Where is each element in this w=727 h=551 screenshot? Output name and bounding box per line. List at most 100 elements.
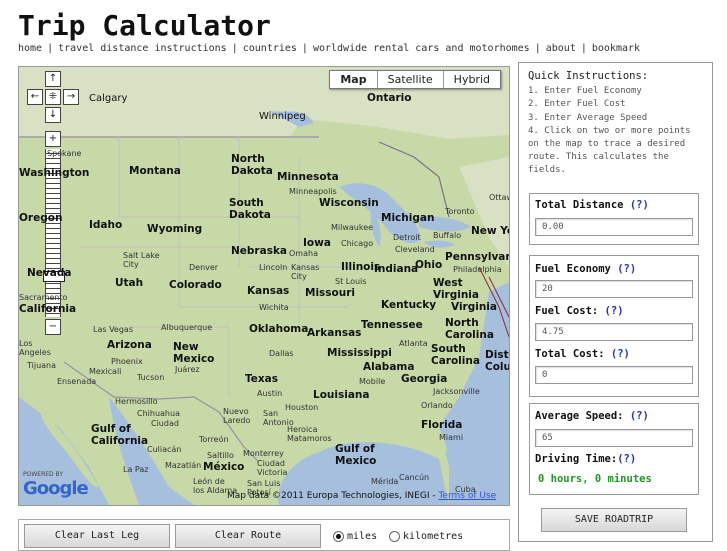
cost-box: Fuel Economy (?) 20 Fuel Cost: (?) 4.75 … bbox=[529, 255, 699, 397]
map-label: Monterrey bbox=[243, 449, 284, 458]
nav-link-countries[interactable]: countries bbox=[243, 43, 297, 54]
clear-last-leg-button[interactable]: Clear Last Leg bbox=[24, 524, 170, 548]
map-label: Arizona bbox=[107, 339, 152, 351]
total-cost-help-link[interactable]: (?) bbox=[611, 348, 630, 360]
map-label: Florida bbox=[421, 419, 463, 431]
save-roadtrip-button[interactable]: SAVE ROADTRIP bbox=[541, 508, 687, 532]
driving-time-text: Driving Time: bbox=[535, 453, 618, 465]
map-label: Hermosillo bbox=[115, 397, 158, 406]
map-label: Austin bbox=[257, 389, 283, 398]
map-label: Buffalo bbox=[433, 231, 462, 240]
map-label: Ciudad bbox=[151, 419, 179, 428]
map-label: Saltillo bbox=[207, 451, 234, 460]
map-label: Lincoln bbox=[259, 263, 288, 272]
clear-route-button[interactable]: Clear Route bbox=[175, 524, 321, 548]
map-label: Wyoming bbox=[147, 223, 203, 235]
map-type-switcher: Map Satellite Hybrid bbox=[329, 70, 501, 89]
pan-right-icon[interactable]: → bbox=[63, 89, 79, 105]
route-map[interactable]: Map Satellite Hybrid ↑ ← ⁜ → ↓ + − Calga… bbox=[18, 66, 510, 506]
nav-separator: | bbox=[534, 43, 541, 54]
driving-time-help-link[interactable]: (?) bbox=[617, 453, 636, 465]
map-label: Nevada bbox=[27, 267, 72, 279]
nav-link-home[interactable]: home bbox=[18, 43, 42, 54]
total-cost-text: Total Cost: bbox=[535, 348, 605, 360]
distance-box: Total Distance (?) 0.00 bbox=[529, 193, 699, 245]
nav-link-travel-distance-instructions[interactable]: travel distance instructions bbox=[58, 43, 227, 54]
pan-center-icon[interactable]: ⁜ bbox=[45, 89, 61, 105]
map-label: Spokane bbox=[47, 149, 82, 158]
average-speed-help-link[interactable]: (?) bbox=[630, 410, 649, 422]
fuel-economy-field[interactable]: 20 bbox=[535, 280, 693, 298]
map-credit: Map data ©2011 Europa Technologies, INEG… bbox=[227, 491, 496, 501]
map-label: Iowa bbox=[303, 237, 331, 249]
google-wordmark: Google bbox=[23, 478, 89, 499]
map-label: Montana bbox=[129, 165, 181, 177]
fuel-economy-help-link[interactable]: (?) bbox=[617, 263, 636, 275]
miles-radio[interactable] bbox=[333, 531, 344, 542]
map-label: Las Vegas bbox=[93, 325, 133, 334]
terms-of-use-link[interactable]: Terms of Use bbox=[438, 491, 496, 501]
fuel-economy-text: Fuel Economy bbox=[535, 263, 611, 275]
map-label: Ontario bbox=[367, 92, 412, 104]
map-type-satellite-button[interactable]: Satellite bbox=[376, 71, 443, 88]
page-title: Trip Calculator bbox=[18, 9, 271, 42]
nav-link-rental-cars[interactable]: worldwide rental cars and motorhomes bbox=[313, 43, 530, 54]
route-controls: Clear Last Leg Clear Route miles kilomet… bbox=[18, 519, 510, 551]
map-type-hybrid-button[interactable]: Hybrid bbox=[442, 71, 500, 88]
fuel-cost-help-link[interactable]: (?) bbox=[605, 305, 624, 317]
fuel-cost-label: Fuel Cost: (?) bbox=[535, 305, 624, 317]
map-label: Toronto bbox=[445, 207, 475, 216]
total-distance-help-link[interactable]: (?) bbox=[630, 199, 649, 211]
pan-left-icon[interactable]: ← bbox=[27, 89, 43, 105]
nav-separator: | bbox=[231, 43, 238, 54]
map-label: Idaho bbox=[89, 219, 123, 231]
total-distance-text: Total Distance bbox=[535, 199, 624, 211]
map-label: West Virginia bbox=[433, 277, 479, 301]
pan-down-icon[interactable]: ↓ bbox=[45, 107, 61, 123]
zoom-out-icon[interactable]: − bbox=[45, 319, 61, 335]
map-label: Milwaukee bbox=[331, 223, 374, 232]
map-label: Georgia bbox=[401, 373, 448, 385]
time-box: Average Speed: (?) 65 Driving Time:(?) 0… bbox=[529, 403, 699, 495]
map-label: Oklahoma bbox=[249, 323, 309, 335]
map-label: Jacksonville bbox=[433, 387, 480, 396]
map-label: Ensenada bbox=[57, 377, 97, 386]
map-label: Oregon bbox=[19, 212, 63, 224]
map-label: Mexicali bbox=[89, 367, 122, 376]
average-speed-field[interactable]: 65 bbox=[535, 429, 693, 447]
total-distance-field[interactable]: 0.00 bbox=[535, 218, 693, 236]
quick-instructions: Quick Instructions: 1. Enter Fuel Econom… bbox=[528, 70, 706, 178]
average-speed-text: Average Speed: bbox=[535, 410, 624, 422]
kilometres-radio[interactable] bbox=[389, 531, 400, 542]
nav-link-bookmark[interactable]: bookmark bbox=[592, 43, 640, 54]
average-speed-label: Average Speed: (?) bbox=[535, 410, 649, 422]
map-label: Phoenix bbox=[111, 357, 143, 366]
map-label: New Mexico bbox=[173, 341, 215, 365]
map-label: Mazatlán bbox=[165, 461, 202, 470]
total-cost-field[interactable]: 0 bbox=[535, 366, 693, 384]
top-nav: home | travel distance instructions | countr… bbox=[18, 43, 640, 54]
map-type-map-button[interactable]: Map bbox=[330, 71, 376, 88]
driving-time-value: 0 hours, 0 minutes bbox=[538, 473, 652, 485]
map-label: Orlando bbox=[421, 401, 453, 410]
map-label: North Dakota bbox=[231, 153, 273, 177]
zoom-in-icon[interactable]: + bbox=[45, 131, 61, 147]
map-data-credit: Map data ©2011 Europa Technologies, INEG… bbox=[227, 491, 436, 501]
map-label: Torreón bbox=[199, 435, 229, 444]
nav-link-about[interactable]: about bbox=[546, 43, 576, 54]
pan-up-icon[interactable]: ↑ bbox=[45, 71, 61, 87]
calculator-sidebar: Quick Instructions: 1. Enter Fuel Econom… bbox=[518, 62, 713, 542]
map-label: Salt Lake City bbox=[123, 251, 160, 269]
map-label: South Carolina bbox=[431, 343, 480, 367]
map-label: Kansas City bbox=[291, 263, 320, 281]
map-label: Kentucky bbox=[381, 299, 437, 311]
map-label: Washington bbox=[19, 167, 90, 179]
kilometres-label: kilometres bbox=[403, 531, 464, 542]
fuel-cost-field[interactable]: 4.75 bbox=[535, 323, 693, 341]
map-label: Alabama bbox=[363, 361, 415, 373]
map-label: Gulf of California bbox=[91, 423, 149, 447]
map-label: Mérida bbox=[371, 477, 399, 486]
map-label: St Louis bbox=[335, 277, 367, 286]
map-label: Louisiana bbox=[313, 389, 370, 401]
map-label: Indiana bbox=[374, 263, 419, 275]
